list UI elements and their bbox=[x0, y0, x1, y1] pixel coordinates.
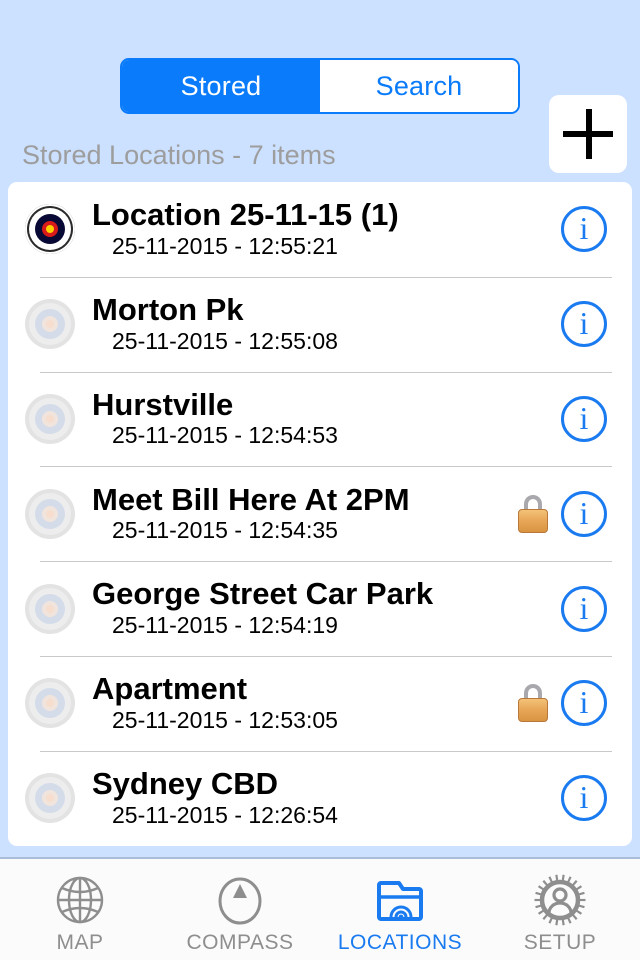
lock-icon bbox=[518, 494, 548, 533]
bullseye-icon[interactable] bbox=[25, 773, 75, 824]
tab-map[interactable]: MAP bbox=[0, 859, 160, 960]
tab-locations-label: LOCATIONS bbox=[337, 931, 463, 954]
list-item[interactable]: Morton Pk 25-11-2015 - 12:55:08 i bbox=[8, 276, 632, 372]
list-item-title: Apartment bbox=[92, 671, 248, 707]
list-item[interactable]: Sydney CBD 25-11-2015 - 12:26:54 i bbox=[8, 750, 632, 846]
list-item[interactable]: Meet Bill Here At 2PM 25-11-2015 - 12:54:… bbox=[8, 466, 632, 561]
list-item[interactable]: Hurstville 25-11-2015 - 12:54:53 i bbox=[8, 371, 632, 467]
list-item-title: Meet Bill Here At 2PM bbox=[92, 481, 410, 517]
list-item-timestamp: 25-11-2015 - 12:55:08 bbox=[112, 327, 338, 354]
add-location-button[interactable] bbox=[549, 95, 627, 173]
tab-compass-label: COMPASS bbox=[186, 931, 294, 954]
plus-icon-bar bbox=[563, 131, 613, 137]
info-icon: i bbox=[579, 305, 589, 342]
list-item-text: Meet Bill Here At 2PM 25-11-2015 - 12:54:… bbox=[92, 481, 518, 545]
tab-bar: MAP COMPASS LOCATIONS SETUP bbox=[0, 859, 640, 960]
list-item-timestamp: 25-11-2015 - 12:54:19 bbox=[112, 611, 338, 638]
lock-body bbox=[518, 698, 548, 723]
tab-search-label: Search bbox=[375, 70, 463, 101]
tab-compass[interactable]: COMPASS bbox=[160, 859, 320, 960]
list-item-timestamp: 25-11-2015 - 12:53:05 bbox=[112, 706, 338, 733]
tab-map-label: MAP bbox=[56, 931, 104, 954]
bullseye-icon[interactable] bbox=[25, 393, 75, 444]
lock-body bbox=[518, 508, 548, 533]
list-item-text: Hurstville 25-11-2015 - 12:54:53 bbox=[92, 386, 518, 450]
compass-icon bbox=[218, 877, 262, 925]
info-icon: i bbox=[579, 779, 589, 816]
info-icon: i bbox=[579, 210, 589, 247]
list-item-text: George Street Car Park 25-11-2015 - 12:54… bbox=[92, 577, 518, 639]
info-button[interactable]: i bbox=[561, 301, 607, 348]
globe-icon bbox=[56, 876, 104, 924]
list-item[interactable]: George Street Car Park 25-11-2015 - 12:54… bbox=[8, 561, 632, 656]
list-item-title: Hurstville bbox=[92, 386, 234, 422]
info-button[interactable]: i bbox=[561, 775, 607, 822]
tab-stored[interactable]: Stored bbox=[122, 60, 320, 112]
list-item[interactable]: Location 25-11-15 (1) 25-11-2015 - 12:55:… bbox=[8, 182, 632, 277]
list-item-timestamp: 25-11-2015 - 12:55:21 bbox=[112, 232, 338, 259]
segmented-control[interactable]: Stored Search bbox=[120, 58, 520, 114]
list-item[interactable]: Apartment 25-11-2015 - 12:53:05 i bbox=[8, 655, 632, 751]
list-item-title: Location 25-11-15 (1) bbox=[92, 197, 399, 233]
tab-setup[interactable]: SETUP bbox=[480, 859, 640, 960]
tab-setup-label: SETUP bbox=[523, 931, 597, 954]
bullseye-icon[interactable] bbox=[25, 488, 75, 539]
info-button[interactable]: i bbox=[561, 395, 607, 442]
bullseye-ring bbox=[46, 604, 54, 613]
info-button[interactable]: i bbox=[561, 585, 607, 632]
list-item-title: Morton Pk bbox=[92, 292, 244, 328]
bullseye-icon-active[interactable] bbox=[25, 204, 75, 255]
info-icon: i bbox=[579, 684, 589, 721]
bullseye-ring bbox=[46, 509, 54, 518]
list-item-timestamp: 25-11-2015 - 12:54:53 bbox=[112, 422, 338, 449]
info-button[interactable]: i bbox=[561, 206, 607, 253]
tab-stored-label: Stored bbox=[180, 70, 262, 101]
folder-radar-icon bbox=[377, 881, 423, 921]
bullseye-ring bbox=[46, 414, 54, 423]
info-icon: i bbox=[579, 494, 589, 531]
tab-search[interactable]: Search bbox=[320, 60, 518, 112]
bullseye-icon[interactable] bbox=[25, 299, 75, 350]
info-icon: i bbox=[579, 399, 589, 436]
tab-locations[interactable]: LOCATIONS bbox=[320, 859, 480, 960]
info-button[interactable]: i bbox=[561, 490, 607, 537]
info-button[interactable]: i bbox=[561, 680, 607, 727]
gear-person-icon bbox=[534, 874, 586, 926]
top-bar: Stored Search Stored Locations - 7 items bbox=[0, 0, 640, 182]
list-item-title: George Street Car Park bbox=[92, 576, 434, 612]
list-item-text: Sydney CBD 25-11-2015 - 12:26:54 bbox=[92, 767, 518, 829]
list-item-timestamp: 25-11-2015 - 12:54:35 bbox=[112, 517, 338, 544]
list-item-text: Apartment 25-11-2015 - 12:53:05 bbox=[92, 672, 518, 734]
list-item-text: Location 25-11-15 (1) 25-11-2015 - 12:55:… bbox=[92, 198, 518, 260]
stored-locations-list: Location 25-11-15 (1) 25-11-2015 - 12:55:… bbox=[8, 182, 632, 846]
bullseye-icon[interactable] bbox=[25, 583, 75, 634]
list-item-text: Morton Pk 25-11-2015 - 12:55:08 bbox=[92, 293, 518, 355]
list-item-title: Sydney CBD bbox=[92, 766, 279, 802]
list-header-label: Stored Locations - 7 items bbox=[22, 140, 336, 170]
bullseye-icon[interactable] bbox=[25, 678, 75, 729]
lock-icon bbox=[518, 684, 548, 723]
info-icon: i bbox=[579, 589, 589, 626]
list-item-timestamp: 25-11-2015 - 12:26:54 bbox=[112, 801, 338, 828]
